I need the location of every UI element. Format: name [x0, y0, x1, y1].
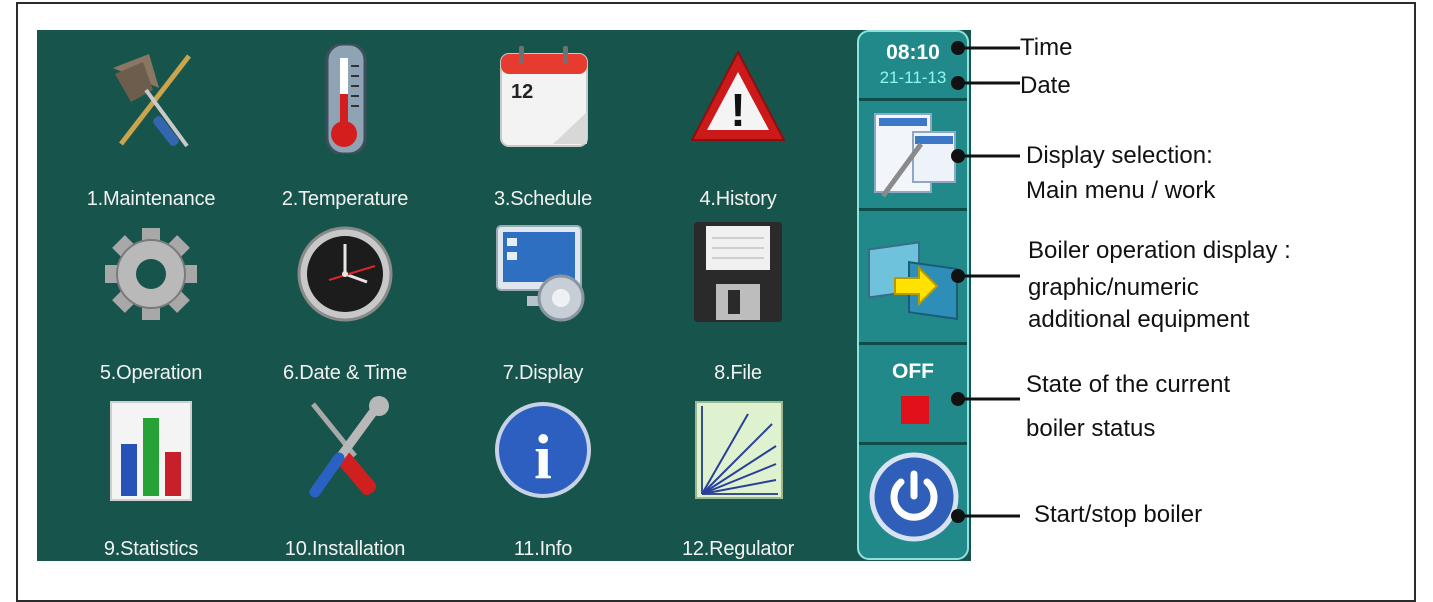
leader-lines	[951, 41, 1020, 523]
annotation-time: Time	[1020, 34, 1073, 61]
annotation-date: Date	[1020, 72, 1071, 99]
annotation-display-selection-line2: Main menu / work	[1026, 177, 1216, 204]
annotation-state-line1: State of the current	[1026, 371, 1231, 398]
annotation-boiler-display-line3: additional equipment	[1028, 306, 1250, 333]
annotation-start-stop: Start/stop boiler	[1034, 501, 1203, 528]
annotation-boiler-display-line1: Boiler operation display :	[1028, 237, 1291, 264]
annotation-boiler-display-line2: graphic/numeric	[1028, 274, 1199, 301]
annotation-state-line2: boiler status	[1026, 415, 1156, 442]
annotation-display-selection-line1: Display selection:	[1026, 142, 1213, 169]
